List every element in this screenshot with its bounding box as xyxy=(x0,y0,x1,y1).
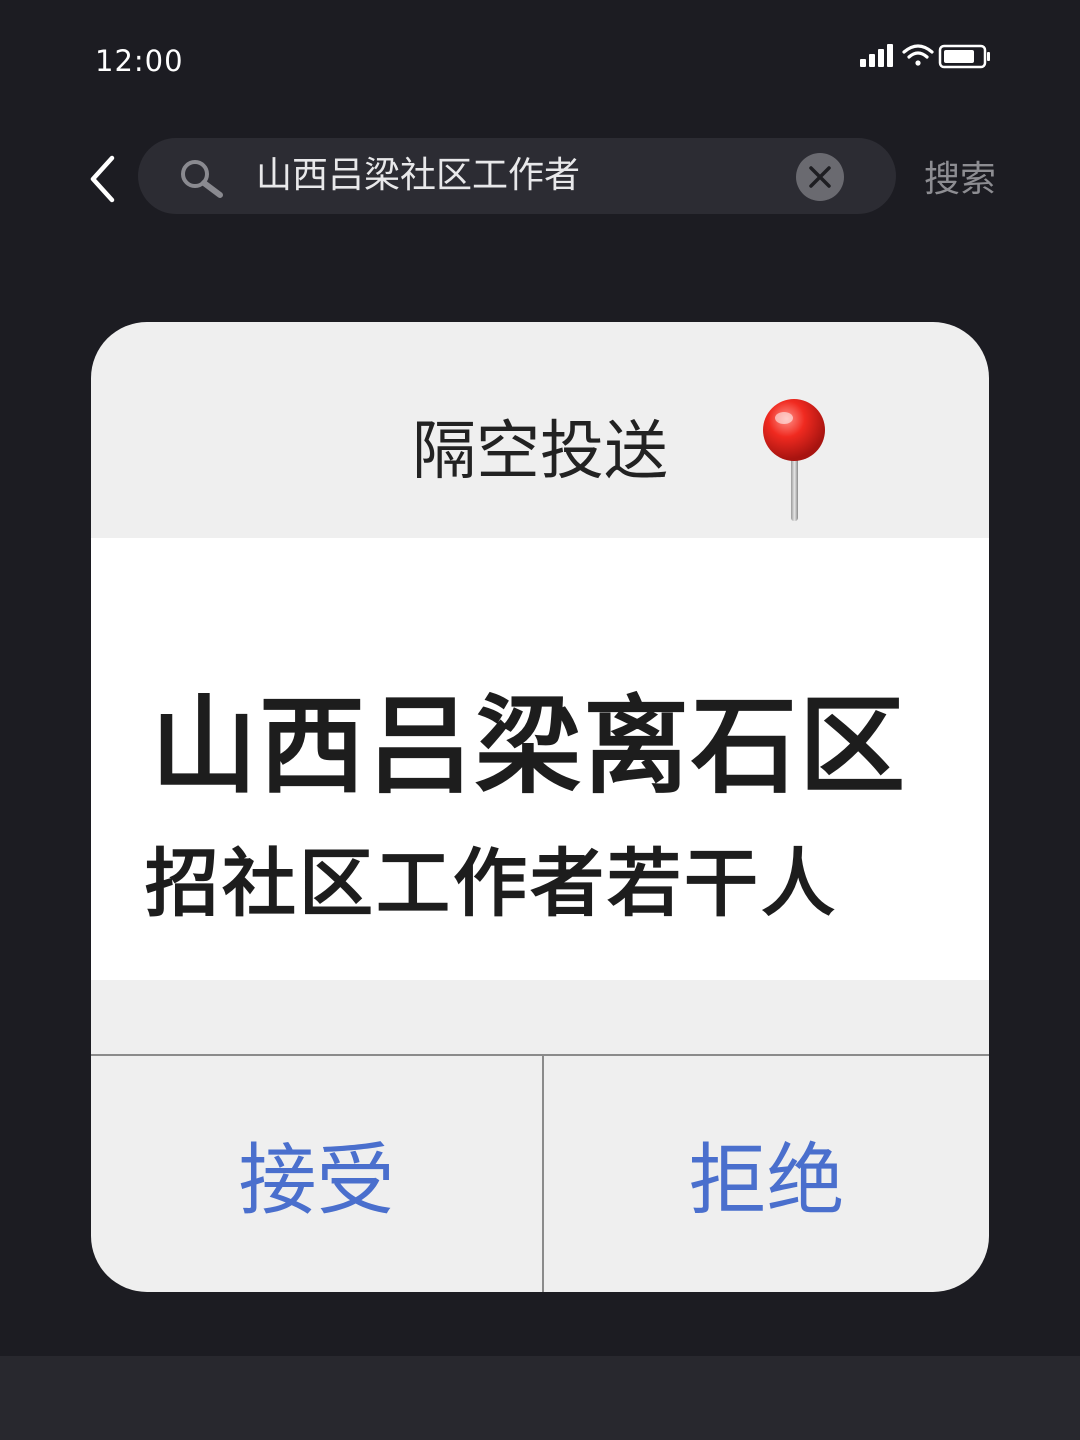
status-icons xyxy=(856,40,996,74)
pin-icon xyxy=(763,399,825,521)
search-button[interactable]: 搜索 xyxy=(924,150,996,210)
dialog-title: 隔空投送 xyxy=(412,415,668,489)
wifi-icon xyxy=(902,44,934,66)
bottom-bar xyxy=(0,1356,1080,1440)
clear-button[interactable] xyxy=(796,153,844,201)
headline-line-1: 山西吕梁离石区 xyxy=(151,685,907,808)
search-box[interactable]: 山西吕梁社区工作者 xyxy=(138,138,896,214)
signal-icon xyxy=(860,44,893,67)
search-icon xyxy=(181,160,223,198)
reject-button[interactable]: 拒绝 xyxy=(544,1056,989,1292)
status-time: 12:00 xyxy=(95,44,184,78)
headline-line-2: 招社区工作者若干人 xyxy=(145,841,838,927)
dialog-body: 山西吕梁离石区 招社区工作者若干人 xyxy=(91,538,989,980)
chevron-left-icon xyxy=(90,155,115,203)
accept-button[interactable]: 接受 xyxy=(91,1056,542,1292)
close-icon xyxy=(809,166,831,188)
battery-icon xyxy=(938,44,990,69)
search-input[interactable]: 山西吕梁社区工作者 xyxy=(256,138,580,214)
back-button[interactable] xyxy=(82,150,126,208)
airdrop-dialog: 隔空投送 山西吕梁离石区 招社区工作者若干人 接受 拒绝 xyxy=(91,322,989,1292)
